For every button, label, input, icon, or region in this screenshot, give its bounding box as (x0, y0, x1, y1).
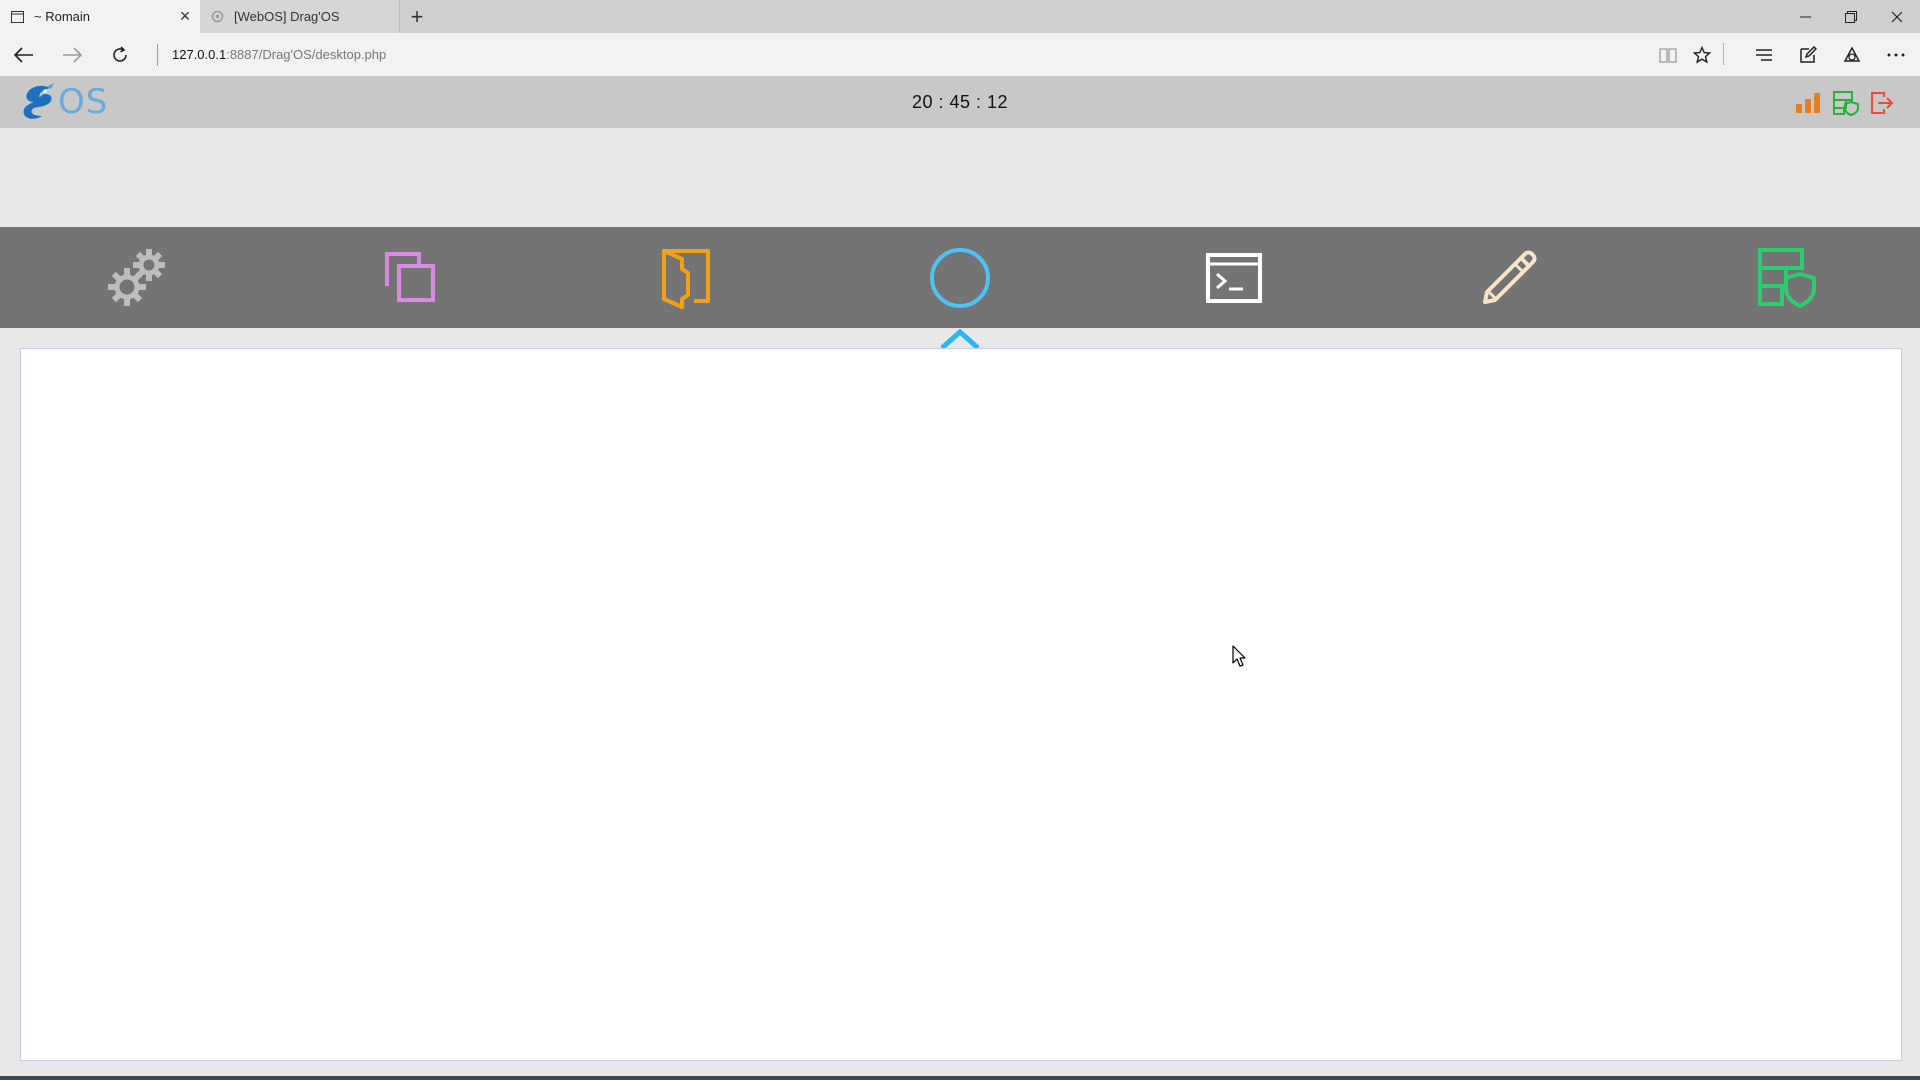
url-host: 127.0.0.1 (172, 47, 227, 62)
share-icon[interactable] (1830, 33, 1874, 76)
more-icon[interactable] (1874, 33, 1918, 76)
minimize-icon[interactable] (1782, 0, 1828, 33)
tab-title: ~ Romain (34, 9, 90, 24)
page-icon (10, 10, 24, 24)
terminal-icon (1206, 253, 1262, 303)
address-bar[interactable]: 127.0.0.1:8887/Drag'OS/desktop.php (172, 33, 386, 76)
dock-item-windows[interactable] (376, 243, 446, 313)
dock-item-files[interactable] (651, 243, 721, 313)
close-window-icon[interactable] (1874, 0, 1920, 33)
url-path: :8887/Drag'OS/desktop.php (226, 47, 387, 62)
dock-item-terminal[interactable] (1199, 243, 1269, 313)
address-separator (157, 44, 158, 66)
clock: 20 : 45 : 12 (911, 91, 1009, 112)
hub-icon[interactable] (1742, 33, 1786, 76)
app-dock (0, 227, 1920, 328)
back-arrow-icon[interactable] (2, 33, 46, 76)
new-tab-button[interactable]: + (400, 0, 434, 33)
tab-romain[interactable]: ~ Romain × (0, 0, 200, 33)
database-shield-icon (1758, 248, 1816, 308)
dock-item-settings[interactable] (102, 243, 172, 313)
loading-icon (210, 10, 224, 24)
forward-arrow-icon[interactable] (50, 33, 94, 76)
restore-icon[interactable] (1828, 0, 1874, 33)
toolbar-divider (1723, 43, 1724, 65)
mouse-cursor-icon (1232, 645, 1246, 667)
dock-item-editor[interactable] (1474, 243, 1544, 313)
circle-icon (930, 248, 990, 308)
database-shield-icon[interactable] (1832, 89, 1860, 117)
tab-strip: ~ Romain × [WebOS] Drag'OS + (0, 0, 1920, 33)
tab-title: [WebOS] Drag'OS (234, 9, 340, 24)
web-note-icon[interactable] (1786, 33, 1830, 76)
desktop-content-panel[interactable] (20, 348, 1902, 1061)
dock-item-security[interactable] (1752, 243, 1822, 313)
close-tab-icon[interactable]: × (170, 0, 200, 33)
gears-icon (108, 249, 165, 306)
taskbar-edge (0, 1076, 1920, 1080)
app-header: OS 20 : 45 : 12 (0, 76, 1920, 128)
pencil-icon (1483, 250, 1537, 304)
refresh-icon[interactable] (98, 33, 142, 76)
tab-webos[interactable]: [WebOS] Drag'OS (200, 0, 400, 33)
folder-open-icon (662, 249, 710, 309)
bar-chart-icon[interactable] (1794, 89, 1822, 117)
selected-indicator-caret (940, 329, 980, 349)
browser-toolbar: 127.0.0.1:8887/Drag'OS/desktop.php (0, 33, 1920, 76)
logout-icon[interactable] (1868, 89, 1896, 117)
windows-icon (385, 252, 435, 302)
star-icon[interactable] (1680, 33, 1724, 76)
dock-item-home[interactable] (925, 243, 995, 313)
